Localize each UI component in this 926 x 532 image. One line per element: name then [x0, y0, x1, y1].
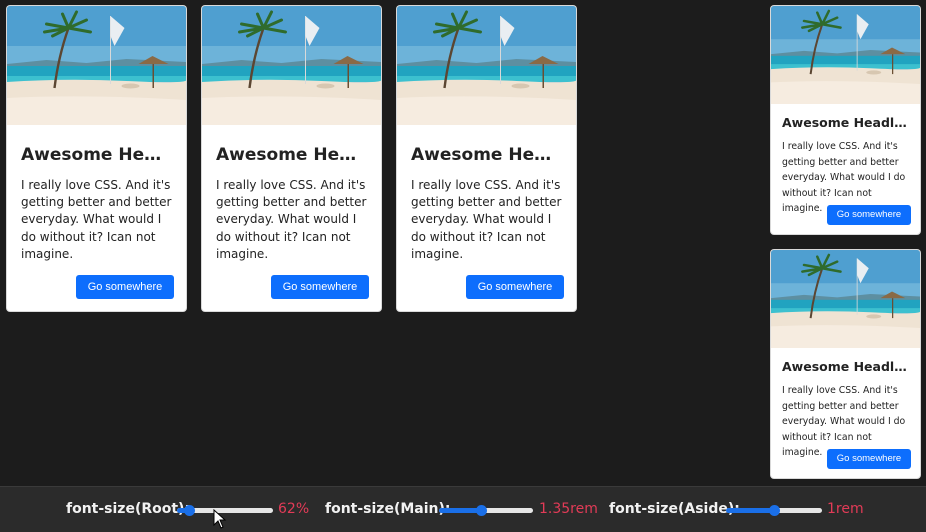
go-somewhere-button[interactable]: Go somewhere [466, 275, 564, 299]
beach-image [397, 6, 576, 125]
font-size-controls: font-size(Root): 62% font-size(Main): 1.… [0, 486, 926, 532]
aside-card-2: Awesome Headline for the Card I really l… [771, 250, 920, 478]
aside-font-size-label: font-size(Aside): [609, 501, 740, 517]
card-text: I really love CSS. And it's getting bett… [216, 178, 367, 261]
go-somewhere-button[interactable]: Go somewhere [827, 449, 911, 469]
mouse-pointer-icon [213, 509, 227, 529]
aside-card-1: Awesome Headline for the Card I really l… [771, 6, 920, 234]
card-headline: Awesome Headline for the Card [782, 115, 909, 130]
main-card-2: Awesome Headline for the Card I really l… [202, 6, 381, 311]
card-headline: Awesome Headline for the Card [216, 145, 367, 165]
main-font-size-slider[interactable] [439, 505, 533, 516]
beach-image [7, 6, 186, 125]
main-card-1: Awesome Headline for the Card I really l… [7, 6, 186, 311]
slider-fill [439, 508, 482, 513]
slider-thumb[interactable] [183, 505, 195, 516]
beach-image [771, 250, 920, 348]
root-font-size-value: 62% [278, 501, 310, 517]
slider-thumb[interactable] [769, 505, 780, 516]
go-somewhere-button[interactable]: Go somewhere [827, 205, 911, 225]
card-headline: Awesome Headline for the Card [21, 145, 172, 165]
slider-thumb[interactable] [476, 505, 488, 516]
main-card-3: Awesome Headline for the Card I really l… [397, 6, 576, 311]
card-text: I really love CSS. And it's getting bett… [411, 178, 562, 261]
main-font-size-value: 1.35rem [539, 501, 598, 517]
aside-font-size-slider[interactable] [726, 505, 822, 516]
card-headline: Awesome Headline for the Card [411, 145, 562, 165]
card-text: I really love CSS. And it's getting bett… [21, 178, 172, 261]
aside-font-size-value: 1rem [827, 501, 864, 517]
beach-image [771, 6, 920, 104]
main-font-size-label: font-size(Main): [325, 501, 451, 517]
slider-fill [726, 508, 774, 513]
go-somewhere-button[interactable]: Go somewhere [271, 275, 369, 299]
go-somewhere-button[interactable]: Go somewhere [76, 275, 174, 299]
beach-image [202, 6, 381, 125]
card-headline: Awesome Headline for the Card [782, 359, 909, 374]
root-font-size-label: font-size(Root): [66, 501, 191, 517]
